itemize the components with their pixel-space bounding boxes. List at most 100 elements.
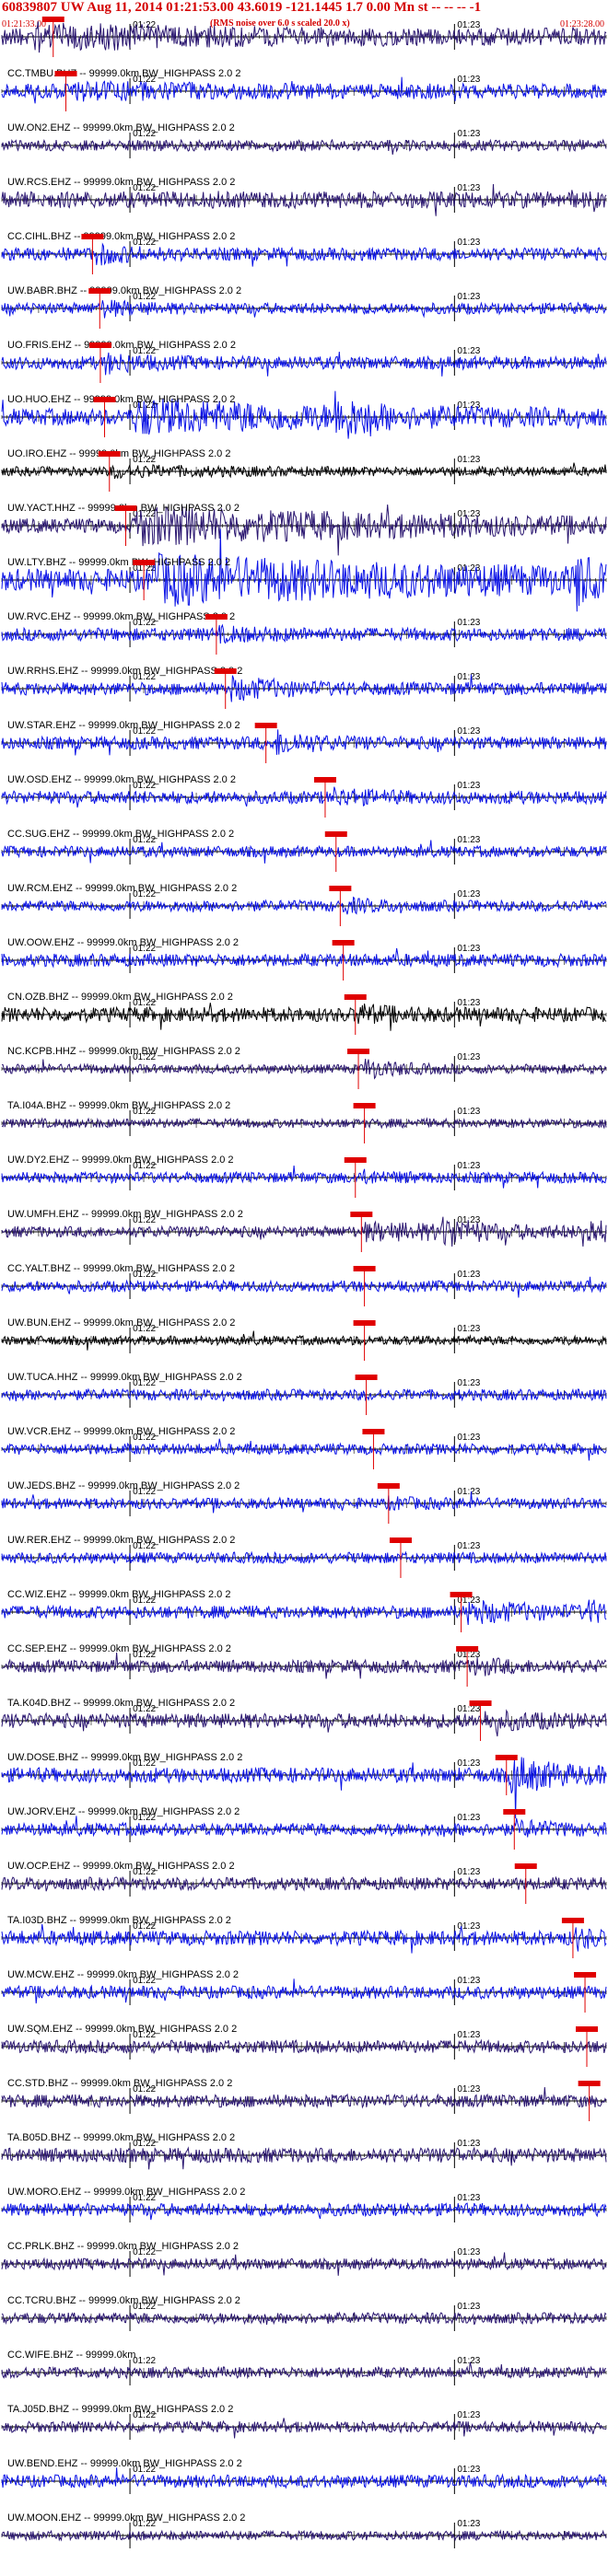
- trace-row: 01:22 01:23UW.RVC.EHZ -- 99999.0km BW_HIG…: [1, 611, 607, 655]
- trace-row: 01:22 01:23CC.TMBU.BHZ -- 99999.0km BW_HI…: [1, 68, 607, 111]
- station-label: UW.STAR.EHZ -- 99999.0km BW_HIGHPASS 2.0…: [7, 720, 240, 731]
- minute-label: 01:23: [457, 75, 480, 85]
- minute-label: 01:23: [457, 672, 480, 682]
- trace-row: 01:22 01:23: [1, 17, 607, 57]
- trace-row: 01:22 01:23CN.OZB.BHZ -- 99999.0km BW_HIG…: [1, 992, 607, 1035]
- minute-label: 01:23: [457, 1433, 480, 1443]
- trace-row: 01:22 01:23UW.TUCA.HHZ -- 99999.0km BW_HI…: [1, 1372, 607, 1415]
- station-label: NC.KCPB.HHZ -- 99999.0km BW_HIGHPASS 2.0…: [7, 1046, 240, 1057]
- minute-label: 01:23: [457, 1867, 480, 1877]
- station-label: TA.I04A.BHZ -- 99999.0km BW_HIGHPASS 2.0…: [7, 1100, 230, 1111]
- station-label: UW.BUN.EHZ -- 99999.0km BW_HIGHPASS 2.0 …: [7, 1317, 235, 1329]
- station-label: UW.OCP.EHZ -- 99999.0km BW_HIGHPASS 2.0 …: [7, 1861, 235, 1872]
- trace-row: 01:22 01:23UW.RCS.EHZ -- 99999.0km BW_HIG…: [1, 177, 607, 216]
- minute-label: 01:23: [457, 781, 480, 791]
- seismogram-record: 60839807 UW Aug 11, 2014 01:21:53.00 43.…: [0, 0, 608, 2576]
- minute-label: 01:23: [457, 944, 480, 954]
- waveform: [1, 299, 607, 319]
- minute-label: 01:23: [457, 455, 480, 465]
- station-label: CC.STD.BHZ -- 99999.0km BW_HIGHPASS 2.0 …: [7, 2078, 232, 2089]
- trace-row: 01:22 01:23UW.UMFH.EHZ -- 99999.0km BW_HI…: [1, 1209, 607, 1252]
- trace-row: 01:22 01:23UW.DY2.EHZ -- 99999.0km BW_HIG…: [1, 1155, 607, 1198]
- trace-row: 01:22 01:23UW.OCP.EHZ -- 99999.0km BW_HIG…: [1, 1861, 607, 1904]
- minute-label: 01:23: [457, 292, 480, 302]
- waveform: [1, 462, 607, 480]
- minute-label: 01:23: [457, 2030, 480, 2040]
- waveform: [1, 1709, 607, 1737]
- trace-row: 01:22 01:23UW.SQM.EHZ -- 99999.0km BW_HIG…: [1, 2024, 607, 2067]
- minute-label: 01:23: [457, 1541, 480, 1551]
- trace-row: 01:22 01:23CC.SUG.EHZ -- 99999.0km BW_HIG…: [1, 829, 607, 872]
- station-label: UW.MCW.EHZ -- 99999.0km BW_HIGHPASS 2.0 …: [7, 1969, 239, 1980]
- station-label: CC.TMBU.BHZ -- 99999.0km BW_HIGHPASS 2.0…: [7, 68, 240, 79]
- trace-row: 01:22 01:23UW.RRHS.EHZ -- 99999.0km BW_HI…: [1, 666, 607, 709]
- station-label: CC.WIZ.EHZ -- 99999.0km BW_HIGHPASS 2.0 …: [7, 1589, 230, 1600]
- trace-row: 01:22 01:23UW.YACT.HHZ -- 99999.0km BW_HI…: [1, 503, 607, 556]
- waveform: [1, 947, 607, 969]
- waveform: [1, 729, 607, 756]
- waveform: [1, 1276, 607, 1298]
- minute-label: 01:23: [457, 129, 480, 139]
- trace-row: 01:22 01:23TA.K04D.BHZ -- 99999.0km BW_HI…: [1, 1698, 607, 1741]
- waveform: [1, 138, 607, 155]
- minute-label: 01:23: [457, 238, 480, 248]
- station-label: UW.RCS.EHZ -- 99999.0km BW_HIGHPASS 2.0 …: [7, 177, 235, 188]
- station-label: UW.OSD.EHZ -- 99999.0km BW_HIGHPASS 2.0 …: [7, 774, 236, 785]
- trace-row: 01:22 01:23CC.WIZ.EHZ -- 99999.0km BW_HIG…: [1, 1589, 607, 1632]
- station-label: UW.RVC.EHZ -- 99999.0km BW_HIGHPASS 2.0 …: [7, 611, 235, 622]
- trace-row: 01:22 01:23TA.B05D.BHZ -- 99999.0km BW_HI…: [1, 2132, 607, 2170]
- trace-row: 01:22 01:23UW.JEDS.BHZ -- 99999.0km BW_HI…: [1, 1480, 607, 1524]
- station-label: UW.BABR.BHZ -- 99999.0km BW_HIGHPASS 2.0…: [7, 285, 241, 296]
- station-label: UW.RCM.EHZ -- 99999.0km BW_HIGHPASS 2.0 …: [7, 883, 237, 894]
- station-label: TA.I03D.BHZ -- 99999.0km BW_HIGHPASS 2.0…: [7, 1915, 231, 1926]
- waveform: [1, 1978, 607, 2004]
- station-label: CC.YALT.BHZ -- 99999.0km BW_HIGHPASS 2.0…: [7, 1263, 235, 1274]
- station-label: UW.SQM.EHZ -- 99999.0km BW_HIGHPASS 2.0 …: [7, 2024, 237, 2035]
- station-label: UW.JORV.EHZ -- 99999.0km BW_HIGHPASS 2.0…: [7, 1806, 240, 1817]
- station-label: CN.OZB.BHZ -- 99999.0km BW_HIGHPASS 2.0 …: [7, 992, 233, 1003]
- trace-row: 01:22 01:23UO.FRIS.EHZ -- 99999.0km BW_HI…: [1, 340, 607, 383]
- minute-label: 01:23: [457, 1324, 480, 1334]
- trace-row: 01:22 01:23CC.YALT.BHZ -- 99999.0km BW_HI…: [1, 1263, 607, 1306]
- trace-row: 01:22 01:23UW.RER.EHZ -- 99999.0km BW_HIG…: [1, 1535, 607, 1578]
- trace-row: 01:2201:23UO.IRO.EHZ -- 99999.0km BW_HIG…: [1, 448, 607, 492]
- minute-label: 01:23: [457, 2084, 480, 2094]
- station-label: UW.OOW.EHZ -- 99999.0km BW_HIGHPASS 2.0 …: [7, 937, 239, 948]
- minute-label: 01:23: [457, 1270, 480, 1280]
- minute-label: 01:23: [457, 1052, 480, 1062]
- waveform: [1, 1923, 607, 1954]
- minute-label: 01:23: [457, 563, 480, 574]
- trace-row: 01:22 01:23CC.STD.BHZ -- 99999.0km BW_HIG…: [1, 2078, 607, 2121]
- station-label: CC.SUG.EHZ -- 99999.0km BW_HIGHPASS 2.0 …: [7, 829, 234, 840]
- minute-label: 01:23: [457, 998, 480, 1008]
- station-label: CC.SEP.EHZ -- 99999.0km BW_HIGHPASS 2.0 …: [7, 1643, 231, 1654]
- trace-row: 01:22 01:23UW.STAR.EHZ -- 99999.0km BW_HI…: [1, 720, 607, 763]
- station-label: UW.LTY.BHZ -- 99999.0km BW_HIGHPASS 2.0 …: [7, 557, 230, 568]
- trace-row: 01:22 01:23UW.BUN.EHZ -- 99999.0km BW_HIG…: [1, 1317, 607, 1361]
- trace-row: 01:22 01:23UW.RCM.EHZ -- 99999.0km BW_HIG…: [1, 883, 607, 926]
- trace-row: 01:22 01:23UW.JORV.EHZ -- 99999.0km BW_HI…: [1, 1806, 607, 1850]
- waveform: [1, 1491, 607, 1514]
- station-label: UW.JEDS.BHZ -- 99999.0km BW_HIGHPASS 2.0…: [7, 1480, 240, 1491]
- trace-row: 01:22 01:23NC.KCPB.HHZ -- 99999.0km BW_HI…: [1, 1046, 607, 1089]
- waveform: [1, 1387, 607, 1402]
- waveform: [1, 1816, 607, 1838]
- station-label: UW.TUCA.HHZ -- 99999.0km BW_HIGHPASS 2.0…: [7, 1372, 242, 1383]
- station-label: UW.RER.EHZ -- 99999.0km BW_HIGHPASS 2.0 …: [7, 1535, 235, 1546]
- trace-row: 01:22 01:23UW.OSD.EHZ -- 99999.0km BW_HIG…: [1, 774, 607, 818]
- trace-row: 01:22 01:23UW.OOW.EHZ -- 99999.0km BW_HIG…: [1, 937, 607, 981]
- trace-row: 01:22 01:23TA.I03D.BHZ -- 99999.0km BW_HI…: [1, 1915, 607, 1958]
- station-label: UW.VCR.EHZ -- 99999.0km BW_HIGHPASS 2.0 …: [7, 1426, 235, 1437]
- minute-label: 01:23: [457, 2139, 480, 2149]
- station-label: UO.FRIS.EHZ -- 99999.0km BW_HIGHPASS 2.0…: [7, 340, 236, 351]
- minute-label: 01:23: [457, 1813, 480, 1823]
- trace-row: 01:2201:23UW.LTY.BHZ -- 99999.0km BW_HIG…: [1, 528, 607, 612]
- waveform: [1, 528, 607, 612]
- waveform: [1, 2086, 607, 2109]
- minute-label: 01:23: [457, 835, 480, 845]
- minute-label: 01:23: [457, 346, 480, 356]
- station-label: UW.DOSE.BHZ -- 99999.0km BW_HIGHPASS 2.0…: [7, 1752, 242, 1763]
- minute-label: 01:23: [457, 1976, 480, 1986]
- station-label: UW.ON2.EHZ -- 99999.0km BW_HIGHPASS 2.0 …: [7, 122, 235, 133]
- station-label: UW.RRHS.EHZ -- 99999.0km BW_HIGHPASS 2.0…: [7, 666, 242, 677]
